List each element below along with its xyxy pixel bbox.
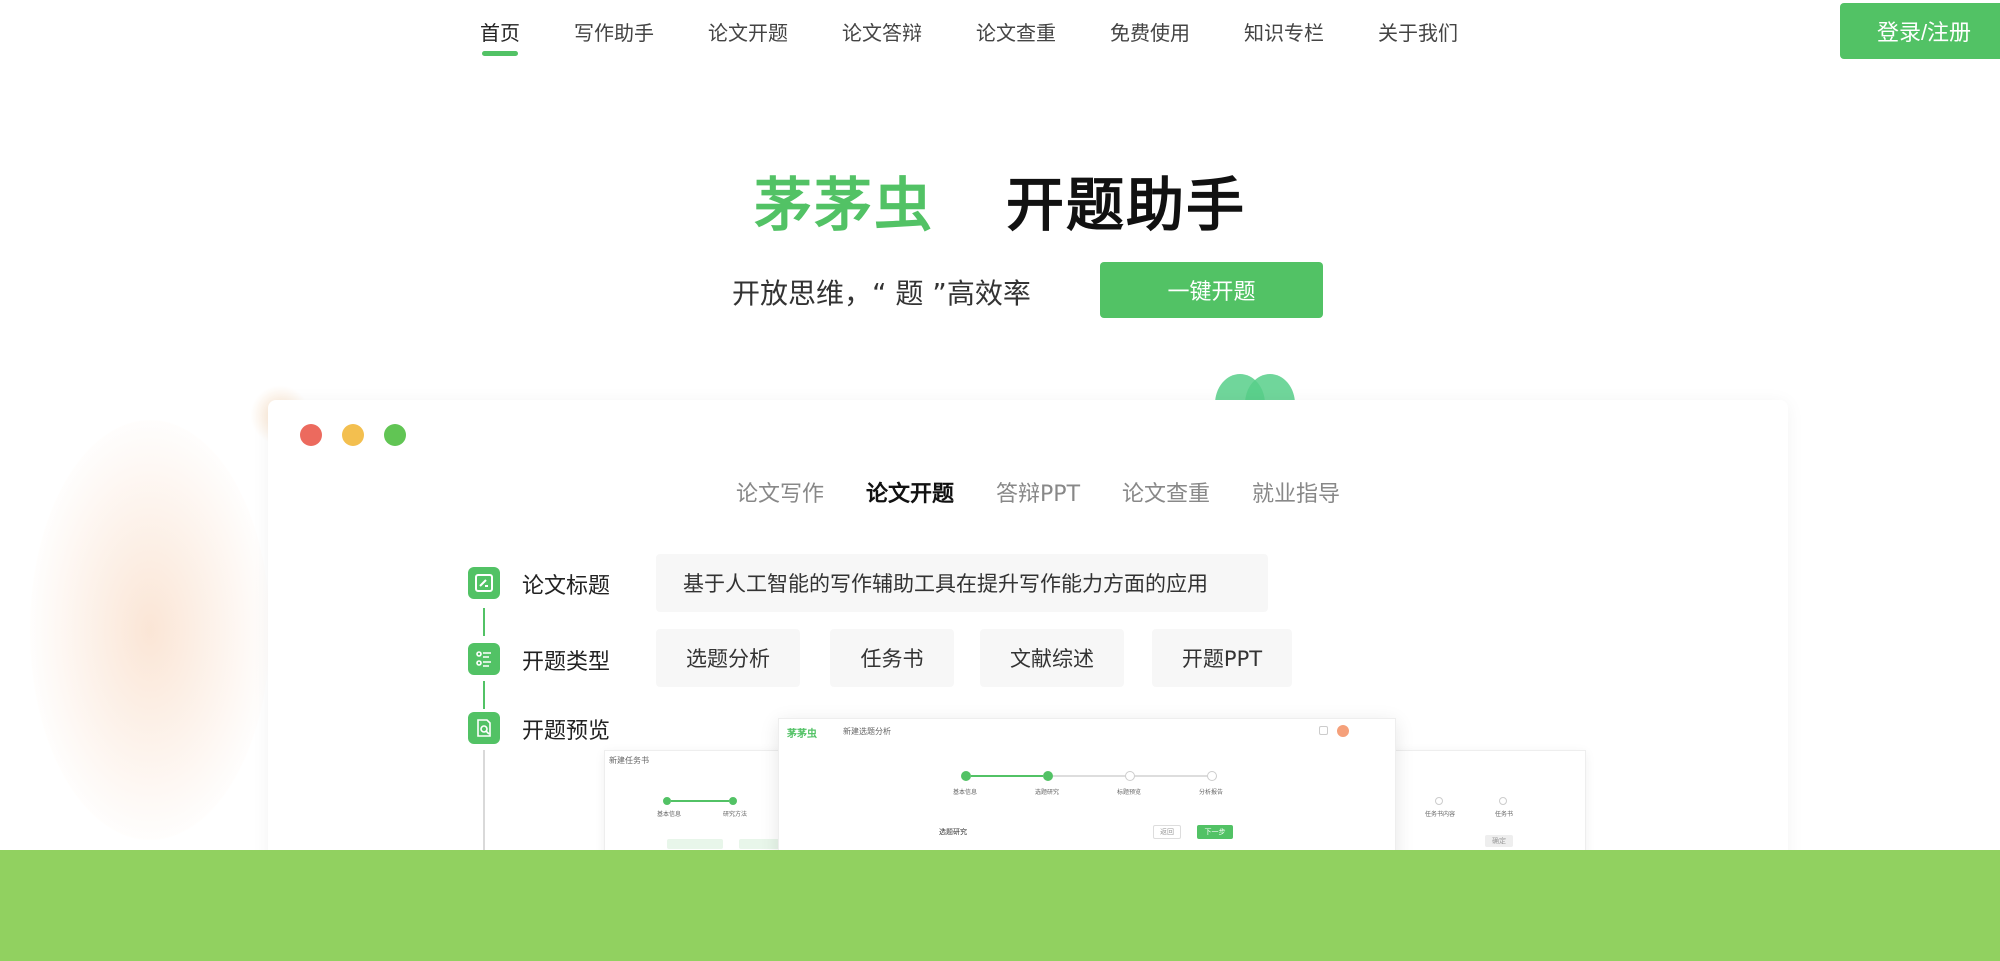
- preview-screenshot-front: 茅茅虫 新建选题分析 基本信息 选题研究 标题预览 分析报告 选题研究 返回 下…: [778, 718, 1396, 870]
- mini-step-dot: [1207, 771, 1217, 781]
- mini-step-label: 基本信息: [953, 789, 978, 796]
- mini-chip: [667, 839, 723, 849]
- preview-search-icon: [468, 712, 500, 744]
- nav-link-about[interactable]: 关于我们: [1378, 17, 1458, 46]
- tab-paper-proposal[interactable]: 论文开题: [866, 476, 954, 510]
- one-click-proposal-button[interactable]: 一键开题: [1100, 262, 1323, 318]
- mini-share-icon: [1319, 726, 1328, 735]
- nav-link-writing-assistant[interactable]: 写作助手: [574, 17, 654, 46]
- tab-defense-ppt[interactable]: 答辩PPT: [996, 476, 1080, 508]
- nav-link-knowledge[interactable]: 知识专栏: [1244, 17, 1324, 46]
- step-label-type: 开题类型: [522, 650, 611, 675]
- mini-step-dot: [961, 771, 971, 781]
- type-option-task-book[interactable]: 任务书: [830, 629, 954, 687]
- window-minimize-dot: [342, 424, 364, 446]
- mini-step-dot: [729, 797, 737, 805]
- hero-title: 茅茅虫 开题助手: [0, 158, 2000, 242]
- mini-step-dot: [1499, 797, 1507, 805]
- top-nav: 首页 写作助手 论文开题 论文答辩 论文查重 免费使用 知识专栏 关于我们 登录…: [0, 0, 2000, 70]
- nav-links: 首页 写作助手 论文开题 论文答辩 论文查重 免费使用 知识专栏 关于我们: [480, 0, 1512, 62]
- mini-step-line: [1053, 775, 1125, 777]
- step-label-preview: 开题预览: [522, 719, 611, 744]
- mini-step-dot: [1125, 771, 1135, 781]
- mini-brand: 茅茅虫: [787, 729, 817, 740]
- type-option-topic-analysis[interactable]: 选题分析: [656, 629, 800, 687]
- mini-form-label: 选题研究: [939, 828, 967, 836]
- mini-step-label: 研究方法: [723, 811, 748, 818]
- list-settings-icon: [468, 643, 500, 675]
- step-connector: [483, 608, 485, 636]
- tab-paper-writing[interactable]: 论文写作: [736, 476, 824, 508]
- paper-title-input[interactable]: 基于人工智能的写作辅助工具在提升写作能力方面的应用: [656, 554, 1268, 612]
- feature-tabs: 论文写作 论文开题 答辩PPT 论文查重 就业指导: [736, 476, 1382, 510]
- hero-tagline: 开放思维，“ 题 ”高效率: [732, 277, 1031, 310]
- mini-avatar: [1337, 725, 1349, 737]
- nav-link-home[interactable]: 首页: [480, 17, 520, 56]
- mini-step-label: 基本信息: [657, 811, 682, 818]
- login-register-button[interactable]: 登录/注册: [1840, 3, 2000, 59]
- mini-step-label: 标题预览: [1117, 789, 1142, 796]
- hero-brand: 茅茅虫: [753, 171, 934, 239]
- mini-step-label: 分析报告: [1199, 789, 1224, 796]
- tab-plagiarism-check[interactable]: 论文查重: [1122, 476, 1210, 508]
- mini-step-label: 任务书: [1495, 811, 1514, 818]
- hero-main-title: 开题助手: [1006, 171, 1247, 239]
- mini-step-dot: [1043, 771, 1053, 781]
- nav-link-free-use[interactable]: 免费使用: [1110, 17, 1190, 46]
- edit-icon: [468, 567, 500, 599]
- decorative-blob: [30, 420, 270, 840]
- mini-step-label: 选题研究: [1035, 789, 1060, 796]
- mini-step-label: 任务书内容: [1425, 811, 1456, 818]
- feature-window: 论文写作 论文开题 答辩PPT 论文查重 就业指导 论文标题 开题类型 开题预览…: [268, 400, 1788, 870]
- nav-link-defense[interactable]: 论文答辩: [842, 17, 922, 46]
- type-option-literature-review[interactable]: 文献综述: [980, 629, 1124, 687]
- step-connector: [483, 681, 485, 709]
- step-label-title: 论文标题: [522, 574, 611, 599]
- mini-front-title: 新建选题分析: [843, 727, 891, 736]
- type-option-proposal-ppt[interactable]: 开题PPT: [1152, 629, 1292, 687]
- tab-career-guidance[interactable]: 就业指导: [1252, 476, 1340, 508]
- footer-band: [0, 850, 2000, 961]
- mini-back-button: 返回: [1153, 825, 1181, 839]
- mini-step-dot: [1435, 797, 1443, 805]
- mini-chip: [739, 839, 779, 849]
- mini-back-title: 新建任务书: [609, 756, 649, 765]
- mini-confirm-button: 确定: [1485, 835, 1513, 847]
- window-close-dot: [300, 424, 322, 446]
- nav-link-plagiarism-check[interactable]: 论文查重: [976, 17, 1056, 46]
- nav-link-proposal[interactable]: 论文开题: [708, 17, 788, 46]
- mini-step-line: [971, 775, 1043, 777]
- mini-step-line: [1135, 775, 1207, 777]
- mini-next-button: 下一步: [1197, 825, 1233, 839]
- window-maximize-dot: [384, 424, 406, 446]
- mini-step-dot: [663, 797, 671, 805]
- mini-step-line: [671, 800, 729, 802]
